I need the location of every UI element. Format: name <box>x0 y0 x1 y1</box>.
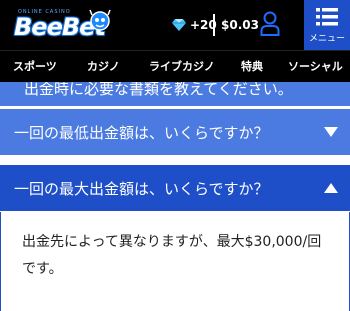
faq-item-max-withdrawal[interactable]: 一回の最大出金額は、いくらですか？ <box>0 164 350 212</box>
faq-item-min-withdrawal[interactable]: 一回の最低出金額は、いくらですか？ <box>0 108 350 156</box>
header-divider <box>213 14 215 36</box>
balance-value: $0.03 <box>221 18 259 32</box>
main-nav: スポーツ カジノ ライブカジノ 特典 ソーシャル <box>0 50 350 82</box>
top-header: ONLINE CASINO BeeBet +20 $0.03 メニュー <box>0 0 350 50</box>
menu-button[interactable]: メニュー <box>304 0 350 50</box>
diamond-icon <box>172 19 186 31</box>
nav-item-promotions[interactable]: 特典 <box>241 51 263 83</box>
chevron-down-icon <box>324 127 338 137</box>
faq-answer-text: 出金先によって異なりますが、最大$30,000/回です。 <box>22 234 322 277</box>
nav-item-sports[interactable]: スポーツ <box>13 51 57 83</box>
faq-item-partial[interactable]: 出金時に必要な書類を教えてください。 <box>0 82 350 106</box>
nav-item-live-casino[interactable]: ライブカジノ <box>149 51 215 83</box>
nav-item-casino[interactable]: カジノ <box>87 51 120 83</box>
nav-item-social[interactable]: ソーシャル <box>288 51 343 83</box>
points-display[interactable]: +20 <box>172 15 217 35</box>
faq-question: 一回の最大出金額は、いくらですか？ <box>14 180 269 198</box>
faq-question: 一回の最低出金額は、いくらですか？ <box>14 124 269 142</box>
bee-mascot-icon <box>89 9 111 31</box>
site-logo[interactable]: ONLINE CASINO BeeBet <box>2 7 114 43</box>
menu-label: メニュー <box>308 34 345 44</box>
hamburger-icon <box>316 8 338 26</box>
chevron-up-icon <box>324 183 338 193</box>
user-account-icon[interactable] <box>260 11 280 37</box>
faq-question: 出金時に必要な書類を教えてください。 <box>24 82 293 98</box>
faq-answer-panel: 出金先によって異なりますが、最大$30,000/回です。 <box>0 212 350 311</box>
balance-display[interactable]: $0.03 <box>221 15 259 35</box>
